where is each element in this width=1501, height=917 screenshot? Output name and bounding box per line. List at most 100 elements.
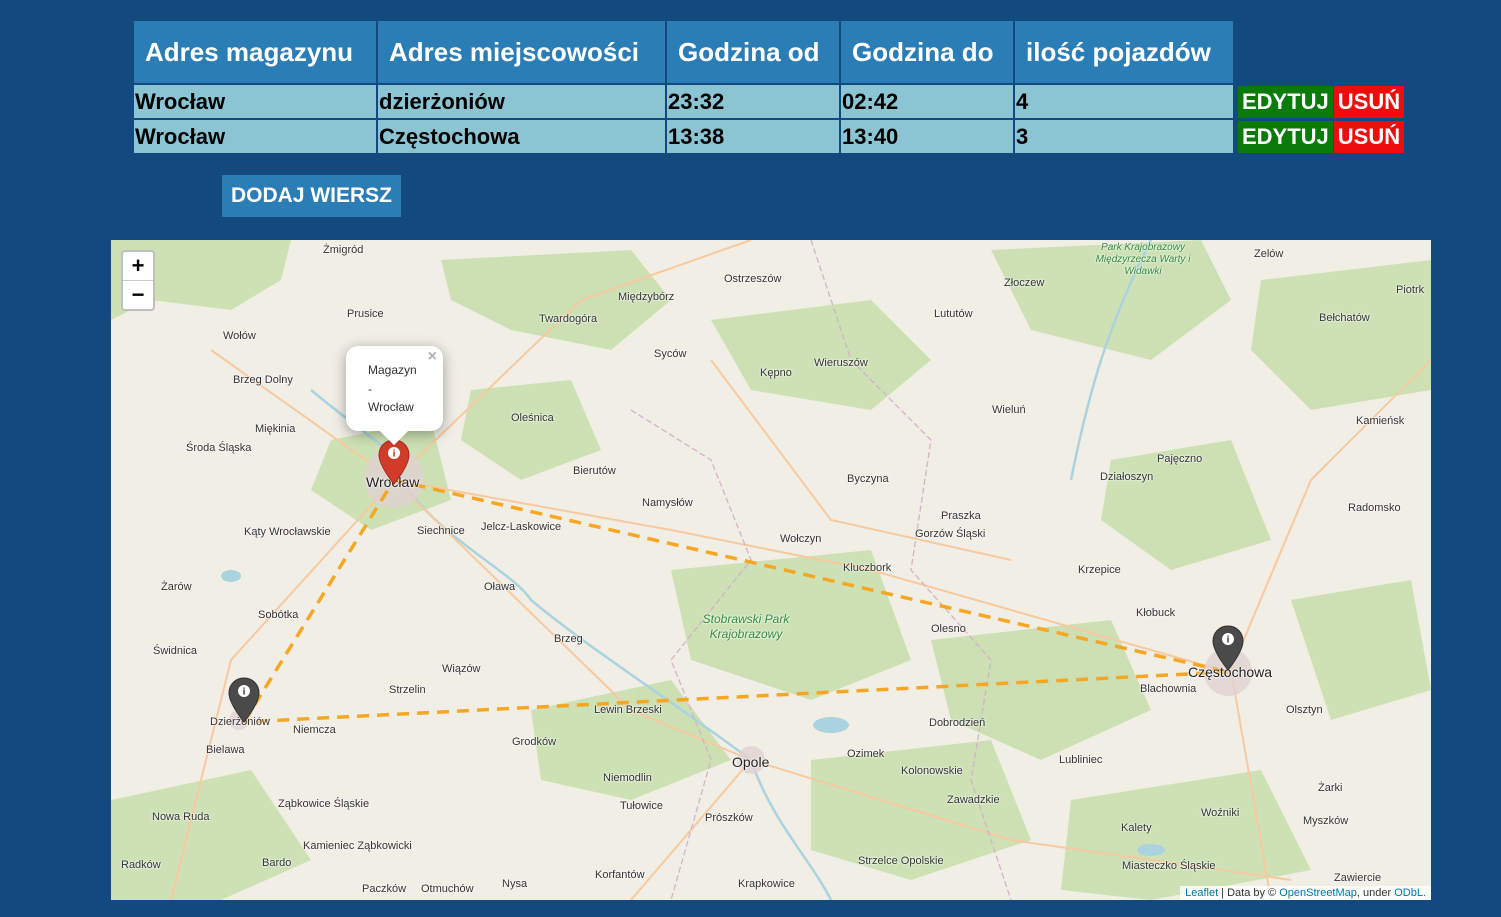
map-label: Pajęczno xyxy=(1157,453,1203,465)
map-container[interactable]: Żmigród Ostrzeszów Złoczew Zelów Piotrk … xyxy=(111,240,1431,900)
edit-button[interactable]: EDYTUJ xyxy=(1238,120,1333,153)
cell-vehicles: 3 xyxy=(1013,118,1235,155)
map-label: Otmuchów xyxy=(421,883,474,895)
svg-text:i: i xyxy=(392,450,395,460)
popup-line: Magazyn xyxy=(368,363,417,377)
map-label: Lewin Brzeski xyxy=(594,704,662,716)
map-label: Żarki xyxy=(1318,782,1343,794)
map-label-park: Stobrawski Park Krajobrazowy xyxy=(702,612,790,641)
map-label: Bełchatów xyxy=(1319,312,1370,324)
map-label: Siechnice xyxy=(417,525,465,537)
cell-warehouse: Wrocław xyxy=(132,118,378,155)
map-label: Krzepice xyxy=(1078,564,1121,576)
map-label: Radków xyxy=(121,859,161,871)
header-vehicles: ilość pojazdów xyxy=(1013,19,1235,85)
cell-time-to: 13:40 xyxy=(839,118,1015,155)
map-label: Myszków xyxy=(1303,815,1349,827)
map-label: Woźniki xyxy=(1201,807,1240,819)
table-header-row: Adres magazynu Adres miejscowości Godzin… xyxy=(132,19,1406,85)
map-label: Ostrzeszów xyxy=(724,273,782,285)
map-label: Żmigród xyxy=(323,244,364,256)
map-label: Oława xyxy=(484,581,516,593)
map-label: Kamieńsk xyxy=(1356,415,1405,427)
map-attribution: Leaflet | Data by © OpenStreetMap, under… xyxy=(1180,886,1431,900)
cell-town: Częstochowa xyxy=(376,118,667,155)
map-label: Radomsko xyxy=(1348,502,1401,514)
map-label: Sobótka xyxy=(258,609,299,621)
map-label: Niemodlin xyxy=(603,772,652,784)
popup-close-icon[interactable]: × xyxy=(428,348,437,366)
map-label: Zelów xyxy=(1254,248,1284,260)
map-label: Wiązów xyxy=(442,663,481,675)
map-label: Miasteczko Śląskie xyxy=(1122,860,1216,872)
zoom-control: + − xyxy=(121,250,155,311)
map-label: Zawiercie xyxy=(1334,872,1382,884)
delete-button[interactable]: USUŃ xyxy=(1333,120,1405,153)
zoom-in-button[interactable]: + xyxy=(123,252,153,280)
osm-link[interactable]: OpenStreetMap xyxy=(1279,887,1357,899)
cell-town: dzierżoniów xyxy=(376,83,667,120)
map-label: Kolonowskie xyxy=(901,765,963,777)
map-label: Tułowice xyxy=(620,800,663,812)
map-label: Wołów xyxy=(223,330,256,342)
attribution-text: | Data by © xyxy=(1218,887,1280,899)
cell-time-from: 13:38 xyxy=(665,118,841,155)
map-label: Strzelin xyxy=(389,684,426,696)
map-label: Nysa xyxy=(502,878,528,890)
map-label: Wieluń xyxy=(992,404,1026,416)
svg-text:i: i xyxy=(242,688,245,698)
map-label: Ozimek xyxy=(847,748,885,760)
map-label: Piotrk xyxy=(1396,284,1425,296)
map-label: Praszka xyxy=(941,510,981,522)
map-label: Kąty Wrocławskie xyxy=(244,526,331,538)
map-label-park: Park Krajobrazowy Międzyrzecza Warty i W… xyxy=(1095,242,1191,277)
header-time-to: Godzina do xyxy=(839,19,1015,85)
warehouse-marker[interactable]: i xyxy=(377,438,411,486)
map-label: Wieruszów xyxy=(814,357,868,369)
map-label: Gorzów Śląski xyxy=(915,528,986,540)
map-label: Krapkowice xyxy=(738,878,795,890)
row-actions: EDYTUJ USUŃ xyxy=(1234,84,1406,119)
map-label: Kluczbork xyxy=(843,562,892,574)
cell-warehouse: Wrocław xyxy=(132,83,378,120)
popup-line: - xyxy=(368,381,372,396)
zoom-out-button[interactable]: − xyxy=(123,280,153,309)
popup-line: Wrocław xyxy=(368,400,414,414)
map-label: Środa Śląska xyxy=(186,442,252,454)
map-label: Kalety xyxy=(1121,822,1152,834)
map-label: Grodków xyxy=(512,736,557,748)
map-label: Jelcz-Laskowice xyxy=(481,521,562,533)
map-label: Kępno xyxy=(760,367,792,379)
header-town: Adres miejscowości xyxy=(376,19,667,85)
map-label: Prószków xyxy=(705,812,753,824)
delete-button[interactable]: USUŃ xyxy=(1333,85,1405,118)
map-label: Ząbkowice Śląskie xyxy=(278,798,370,810)
row-actions: EDYTUJ USUŃ xyxy=(1234,119,1406,154)
map-label: Korfantów xyxy=(595,869,645,881)
routes-table: Adres magazynu Adres miejscowości Godzin… xyxy=(132,19,1407,155)
table-row: Wrocław Częstochowa 13:38 13:40 3 EDYTUJ… xyxy=(132,118,1406,155)
map-label: Lututów xyxy=(934,308,973,320)
leaflet-link[interactable]: Leaflet xyxy=(1185,887,1218,899)
map-label: Miękinia xyxy=(255,423,296,435)
map-label: Bardo xyxy=(262,857,292,869)
map-label: Olsztyn xyxy=(1286,704,1323,716)
map-label: Żarów xyxy=(161,581,192,593)
cell-vehicles: 4 xyxy=(1013,83,1235,120)
add-row-button[interactable]: DODAJ WIERSZ xyxy=(222,175,401,217)
header-time-from: Godzina od xyxy=(665,19,841,85)
map-label: Oleśnica xyxy=(511,412,554,424)
map-label: Byczyna xyxy=(847,473,889,485)
edit-button[interactable]: EDYTUJ xyxy=(1238,85,1333,118)
cell-time-from: 23:32 xyxy=(665,83,841,120)
destination-marker[interactable]: i xyxy=(227,676,261,724)
map-label: Zawadzkie xyxy=(947,794,1000,806)
map-label: Dobrodzień xyxy=(929,717,986,729)
map-label: Złoczew xyxy=(1004,277,1045,289)
destination-marker[interactable]: i xyxy=(1211,624,1245,672)
attribution-text: , under xyxy=(1356,887,1395,899)
map-label: Strzelce Opolskie xyxy=(858,855,944,867)
map-label: Twardogóra xyxy=(539,313,598,325)
odbl-link[interactable]: ODbL. xyxy=(1394,887,1426,899)
map-label: Niemcza xyxy=(293,724,336,736)
